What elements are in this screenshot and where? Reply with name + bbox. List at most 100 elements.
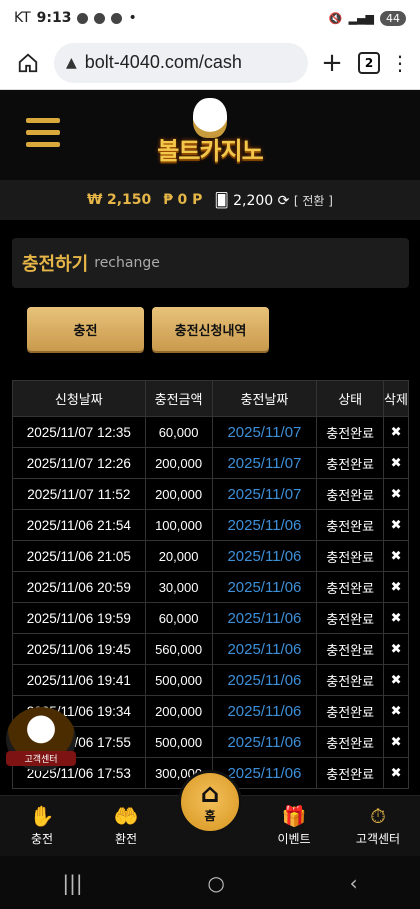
point-balance: ₱ 0 P [163,192,202,208]
recent-apps-icon[interactable]: ||| [62,871,82,895]
delete-icon[interactable]: ✖ [383,447,409,479]
status-cell: 충전완료 [316,726,385,758]
column-header-request-date: 신청날짜 [12,380,146,417]
system-navigation-bar: ||| ○ ‹ [0,856,420,909]
amount-cell: 30,000 [144,571,213,603]
refresh-icon[interactable]: ⟳ [278,193,290,209]
delete-icon[interactable]: ✖ [383,633,409,665]
amount-cell: 500,000 [144,726,213,758]
request-date-cell: 2025/11/06 20:59 [12,571,146,603]
table-row: 2025/11/06 21:54 100,000 2025/11/06 충전완료… [12,509,409,541]
browser-toolbar: ▲ bolt-4040.com/cash + 2 ⋮ [0,36,420,90]
delete-icon[interactable]: ✖ [383,540,409,572]
nav-label: 충전 [30,832,54,846]
browser-home-icon[interactable] [8,43,48,83]
more-notifications-dot: • [128,10,137,26]
amount-cell: 500,000 [144,664,213,696]
nav-event[interactable]: 🎁 이벤트 [252,804,336,847]
logo-text: 볼트카지노 [157,137,263,165]
home-icon: ⌂ [200,778,220,809]
status-cell: 충전완료 [316,478,385,510]
status-cell: 충전완료 [316,633,385,665]
page-title-box: 충전하기 rechange [12,238,409,288]
nav-label: 홈 [204,808,216,823]
charge-date-cell: 2025/11/06 [211,540,318,572]
delete-icon[interactable]: ✖ [383,726,409,758]
request-date-cell: 2025/11/07 12:26 [12,447,146,479]
delete-icon[interactable]: ✖ [383,602,409,634]
clock: 9:13 [36,10,72,26]
customer-service-badge-label: 고객센터 [6,751,76,766]
nav-home[interactable]: ⌂ 홈 [178,770,242,834]
charge-date-cell: 2025/11/06 [211,664,318,696]
column-header-charge-date: 충전날짜 [211,380,318,417]
notification-icon [77,12,89,24]
nav-label: 이벤트 [277,832,311,846]
new-tab-icon[interactable]: + [314,48,350,78]
table-row: 2025/11/06 19:41 500,000 2025/11/06 충전완료… [12,664,409,696]
status-cell: 충전완료 [316,757,385,789]
delete-icon[interactable]: ✖ [383,695,409,727]
support-24-icon: ⏱ [370,804,386,828]
delete-icon[interactable]: ✖ [383,664,409,696]
delete-icon[interactable]: ✖ [383,478,409,510]
amount-cell: 200,000 [144,447,213,479]
table-row: 2025/11/07 12:35 60,000 2025/11/07 충전완료 … [12,416,409,448]
charge-page: 충전하기 rechange 충전 충전신청내역 신청날짜 충전금액 충전날짜 상… [0,220,420,795]
nav-exchange[interactable]: 🤲 환전 [84,804,168,847]
charge-date-cell: 2025/11/06 [211,571,318,603]
charge-date-cell: 2025/11/07 [211,478,318,510]
amount-cell: 20,000 [144,540,213,572]
table-row: 2025/11/06 20:59 30,000 2025/11/06 충전완료 … [12,571,409,603]
table-row: 2025/11/06 19:45 560,000 2025/11/06 충전완료… [12,633,409,665]
charge-date-cell: 2025/11/06 [211,602,318,634]
action-buttons: 충전 충전신청내역 [27,307,269,351]
nav-support[interactable]: ⏱ 고객센터 [336,804,420,847]
delete-icon[interactable]: ✖ [383,571,409,603]
tab-switcher-button[interactable]: 2 [358,51,380,74]
back-icon[interactable]: ‹ [350,871,358,895]
status-cell: 충전완료 [316,602,385,634]
home-circle-icon[interactable]: ○ [207,871,224,895]
delete-icon[interactable]: ✖ [383,757,409,789]
customer-service-badge[interactable]: 고객센터 [6,707,76,771]
amount-cell: 200,000 [144,478,213,510]
convert-button[interactable]: [ 전환 ] [294,194,333,208]
address-bar[interactable]: ▲ bolt-4040.com/cash [54,42,308,83]
amount-cell: 200,000 [144,695,213,727]
charge-button[interactable]: 충전 [27,307,144,351]
table-row: 2025/11/06 19:34 200,000 2025/11/06 충전완료… [12,695,409,727]
status-cell: 충전완료 [316,540,385,572]
cash-balance: ₩ 2,150 [87,192,151,208]
signal-icon: ▂▄▆ [348,11,374,25]
site-logo[interactable]: 볼트카지노 [145,98,275,176]
hamburger-menu-icon[interactable] [26,118,60,154]
status-cell: 충전완료 [316,447,385,479]
table-row: 2025/11/07 12:26 200,000 2025/11/07 충전완료… [12,447,409,479]
mute-icon: 🔇 [328,11,343,25]
warning-icon[interactable]: ▲ [66,55,77,71]
browser-menu-icon[interactable]: ⋮ [388,51,412,75]
charge-history-button[interactable]: 충전신청내역 [152,307,269,351]
delete-icon[interactable]: ✖ [383,509,409,541]
request-date-cell: 2025/11/07 12:35 [12,416,146,448]
amount-cell: 100,000 [144,509,213,541]
charge-date-cell: 2025/11/07 [211,416,318,448]
hands-exchange-icon: 🤲 [113,804,139,828]
request-date-cell: 2025/11/06 19:59 [12,602,146,634]
gift-icon: 🎁 [281,804,307,828]
nav-charge[interactable]: ✋ 충전 [0,804,84,847]
page-subtitle: rechange [94,255,160,271]
charge-date-cell: 2025/11/06 [211,695,318,727]
table-row: 2025/11/06 21:05 20,000 2025/11/06 충전완료 … [12,540,409,572]
carrier-label: KT [14,10,31,26]
system-status-bar: KT 9:13 • 🔇 ▂▄▆ 44 [0,0,420,36]
table-row: 2025/11/07 11:52 200,000 2025/11/07 충전완료… [12,478,409,510]
request-date-cell: 2025/11/06 19:41 [12,664,146,696]
nav-label: 고객센터 [355,832,401,846]
chip-balance: 🂠 2,200 ⟳ [ 전환 ] [214,192,333,209]
cash-balance-value: 2,150 [106,192,152,208]
request-date-cell: 2025/11/06 21:05 [12,540,146,572]
url-text: bolt-4040.com/cash [84,52,242,72]
delete-icon[interactable]: ✖ [383,416,409,448]
